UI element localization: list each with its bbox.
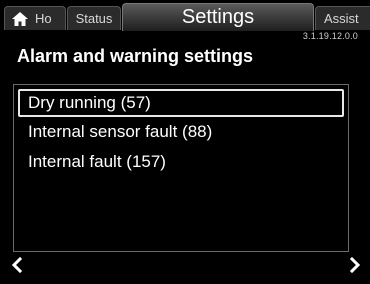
tab-status[interactable]: Status: [67, 6, 121, 30]
list-item-internal-sensor-fault[interactable]: Internal sensor fault (88): [18, 119, 344, 147]
tab-settings-label: Settings: [181, 6, 255, 28]
tab-settings[interactable]: Settings: [122, 3, 314, 31]
settings-list: Dry running (57) Internal sensor fault (…: [13, 84, 349, 252]
tab-home[interactable]: Ho: [4, 6, 66, 30]
tab-status-label: Status: [75, 11, 113, 26]
chevron-right-icon[interactable]: [348, 257, 362, 273]
chevron-left-icon[interactable]: [10, 257, 24, 273]
screen: Ho Status Settings Assist 3.1.19.12.0.0 …: [0, 0, 370, 284]
tab-assist[interactable]: Assist: [315, 6, 370, 30]
tab-bar: Ho Status Settings Assist: [0, 0, 370, 34]
list-item-internal-fault[interactable]: Internal fault (157): [18, 149, 344, 177]
page-title: Alarm and warning settings: [17, 46, 254, 66]
version-label: 3.1.19.12.0.0: [302, 31, 358, 41]
list-item-dry-running[interactable]: Dry running (57): [18, 89, 344, 117]
tab-home-label: Ho: [35, 11, 52, 26]
tab-assist-label: Assist: [324, 11, 359, 26]
home-icon: [12, 11, 28, 26]
